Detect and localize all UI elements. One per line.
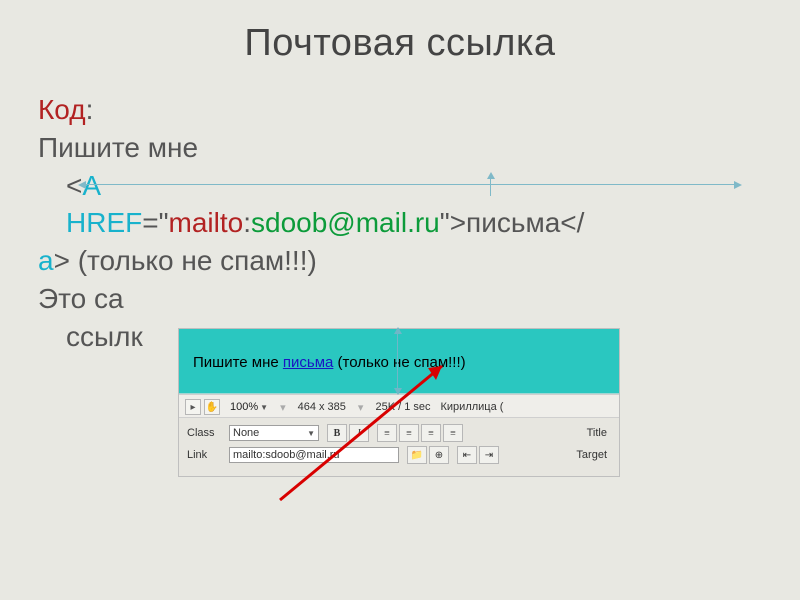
code-label: Код (38, 94, 86, 125)
close-attr: "> (440, 207, 466, 238)
page-size: 25K / 1 sec (375, 401, 430, 413)
separator: ▾ (278, 401, 288, 414)
mailto-kw: mailto (169, 207, 244, 238)
align-left-button[interactable]: ≡ (377, 424, 397, 442)
italic-button[interactable]: I (349, 424, 369, 442)
encoding: Кириллица ( (441, 401, 504, 413)
angle-close-open: </ (560, 207, 584, 238)
canvas-dims: 464 x 385 (298, 401, 346, 413)
preview-prefix: Пишите мне (193, 354, 283, 371)
horizontal-guide (80, 184, 740, 185)
editor-preview: Пишите мне письма (только не спам!!!) ▸ … (178, 328, 620, 477)
preview-link[interactable]: письма (283, 354, 333, 371)
link-icons: 📁 ⊕ (407, 446, 449, 464)
outdent-button[interactable]: ⇤ (457, 446, 477, 464)
folder-icon[interactable]: 📁 (407, 446, 427, 464)
tool-icons: ▸ ✋ (185, 399, 220, 415)
target-icon[interactable]: ⊕ (429, 446, 449, 464)
slide-title: Почтовая ссылка (38, 22, 762, 65)
prop-row-link: Link mailto:sdoob@mail.ru 📁 ⊕ ⇤ ⇥ Target (187, 446, 611, 464)
link-label: Link (187, 449, 221, 461)
slide: Почтовая ссылка Код: Пишите мне <А HREF=… (0, 0, 800, 600)
paragraph-line-1: Это са (38, 280, 762, 318)
zoom-value: 100% (230, 401, 258, 413)
slide-body: Код: Пишите мне <А HREF="mailto:sdoob@ma… (38, 91, 762, 356)
angle-close: > (54, 245, 70, 276)
align-group: ≡ ≡ ≡ ≡ (377, 424, 463, 442)
target-label: Target (576, 449, 611, 461)
preview-suffix: (только не спам!!!) (333, 354, 465, 371)
code-line-2: <А (66, 167, 762, 205)
code-line-3: HREF="mailto:sdoob@mail.ru">письма</ (66, 204, 762, 242)
attr-href: HREF (66, 207, 142, 238)
bold-button[interactable]: B (327, 424, 347, 442)
status-toolbar: ▸ ✋ 100% ▼ ▾ 464 x 385 ▾ 25K / 1 sec Кир… (179, 394, 619, 417)
indent-group: ⇤ ⇥ (457, 446, 499, 464)
link-input[interactable]: mailto:sdoob@mail.ru (229, 447, 399, 463)
email-literal: sdoob@mail.ru (251, 207, 440, 238)
format-group: B I (327, 424, 369, 442)
code-line-4: a> (только не спам!!!) (38, 242, 762, 280)
colon: : (86, 94, 94, 125)
class-label: Class (187, 427, 221, 439)
guide-vertical (397, 329, 398, 393)
chevron-down-icon: ▼ (260, 403, 268, 412)
code-trailing: (только не спам!!!) (70, 245, 317, 276)
link-value: mailto:sdoob@mail.ru (233, 449, 340, 461)
class-select[interactable]: None ▼ (229, 425, 319, 441)
properties-panel: Class None ▼ B I ≡ ≡ ≡ ≡ Title Link (179, 417, 619, 476)
code-line-1: Пишите мне (38, 129, 762, 167)
pointer-icon[interactable]: ▸ (185, 399, 201, 415)
tag-a-close: a (38, 245, 54, 276)
code-label-line: Код: (38, 91, 762, 129)
eq-quote: =" (142, 207, 168, 238)
align-center-button[interactable]: ≡ (399, 424, 419, 442)
zoom-select[interactable]: 100% ▼ (230, 401, 268, 413)
chevron-down-icon: ▼ (307, 429, 315, 438)
indent-button[interactable]: ⇥ (479, 446, 499, 464)
link-text: письма (466, 207, 560, 238)
preview-canvas: Пишите мне письма (только не спам!!!) (179, 329, 619, 394)
mailto-colon: : (243, 207, 251, 238)
align-justify-button[interactable]: ≡ (443, 424, 463, 442)
preview-text: Пишите мне письма (только не спам!!!) (193, 353, 605, 373)
align-right-button[interactable]: ≡ (421, 424, 441, 442)
class-value: None (233, 427, 259, 439)
separator-2: ▾ (356, 401, 366, 414)
title-label: Title (587, 427, 611, 439)
vertical-guide-small (490, 174, 491, 196)
prop-row-class: Class None ▼ B I ≡ ≡ ≡ ≡ Title (187, 424, 611, 442)
hand-icon[interactable]: ✋ (204, 399, 220, 415)
